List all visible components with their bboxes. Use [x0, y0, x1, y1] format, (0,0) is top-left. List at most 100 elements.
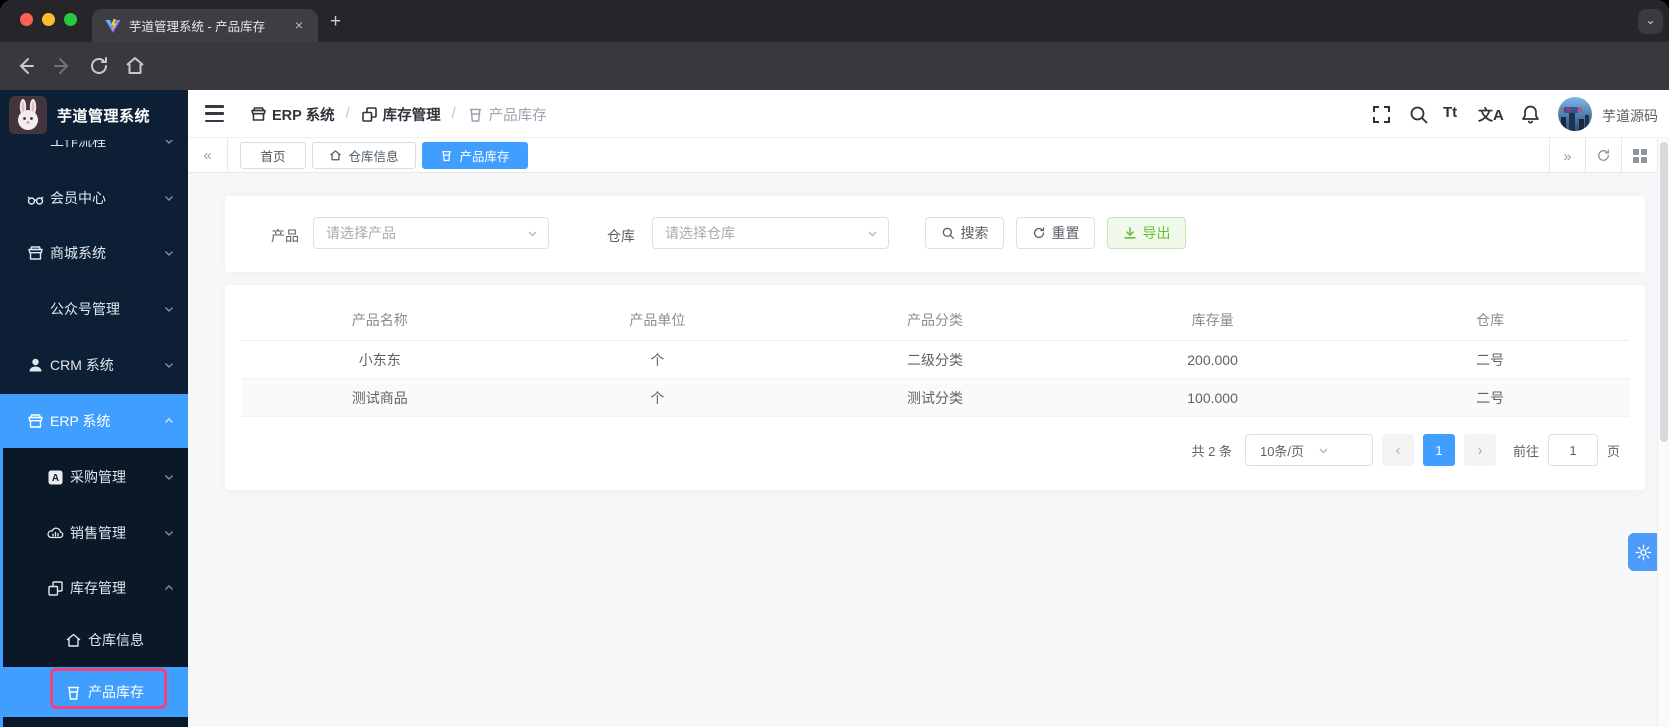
product-select[interactable]: 请选择产品 [313, 217, 549, 249]
app-logo-row[interactable]: 芋道管理系统 [0, 90, 188, 140]
current-page-button[interactable]: 1 [1422, 434, 1455, 466]
chevron-down-icon [164, 528, 174, 538]
tag-home[interactable]: 首页 [240, 142, 306, 169]
warehouse-select[interactable]: 请选择仓库 [652, 217, 889, 249]
browser-window: 芋道管理系统 - 产品库存 × + ⌄ 127.0.0.1/erp/stock/… [0, 0, 1669, 727]
column-header: 产品分类 [906, 312, 963, 328]
scrollbar-thumb[interactable] [1660, 142, 1668, 442]
collapse-menu-icon[interactable] [205, 105, 224, 122]
purchase-icon: A [47, 469, 64, 486]
next-page-button[interactable]: › [1463, 434, 1496, 466]
warehouse-filter-label: 仓库 [607, 228, 635, 244]
reset-button[interactable]: 重置 [1016, 217, 1095, 249]
breadcrumb-separator: / [345, 106, 350, 122]
filter-card: 产品 请选择产品 仓库 请选择仓库 搜索 重置 导出 [225, 196, 1645, 272]
pagination-total: 共 2 条 [1191, 443, 1232, 459]
macos-window-controls[interactable] [20, 13, 77, 26]
theme-settings-button[interactable] [1628, 533, 1658, 571]
sidebar-item-sales[interactable]: 销售管理 [0, 507, 188, 559]
cell-product-unit: 个 [650, 389, 665, 406]
goto-page-input[interactable] [1547, 434, 1598, 466]
table-row[interactable]: 小东东 个 二级分类 200.000 二号 [241, 341, 1629, 379]
chevron-down-icon [527, 228, 538, 239]
column-header: 产品名称 [351, 312, 408, 328]
fullscreen-icon[interactable] [1371, 104, 1392, 125]
chevron-down-icon [867, 228, 878, 239]
stock-table: 产品名称 产品单位 产品分类 库存量 仓库 小东东 个 二级分类 200.000… [241, 300, 1629, 417]
minimize-window-button[interactable] [42, 13, 55, 26]
product-filter-label: 产品 [271, 228, 299, 244]
tags-scroll-right-icon[interactable]: » [1549, 138, 1585, 173]
cell-product-name: 测试商品 [351, 389, 408, 406]
tags-scroll-left-icon[interactable]: « [188, 138, 228, 173]
chevron-down-icon [1318, 445, 1363, 456]
sidebar-item-mall[interactable]: 商城系统 [0, 227, 188, 279]
close-window-button[interactable] [20, 13, 33, 26]
prev-page-button[interactable]: ‹ [1381, 434, 1414, 466]
product-select-placeholder: 请选择产品 [326, 225, 396, 241]
gear-icon [1635, 544, 1652, 561]
sidebar-item-crm[interactable]: CRM 系统 [0, 339, 188, 391]
vite-logo-icon [105, 18, 121, 34]
breadcrumb-item-stock-mgmt[interactable]: 库存管理 [361, 104, 441, 125]
person-icon [27, 357, 44, 374]
back-button[interactable] [14, 55, 36, 77]
sidebar-item-member[interactable]: 会员中心 [0, 172, 188, 224]
breadcrumb-item-erp[interactable]: ERP 系统 [250, 104, 335, 125]
table-card: 产品名称 产品单位 产品分类 库存量 仓库 小东东 个 二级分类 200.000… [225, 285, 1645, 490]
sidebar-item-warehouse-info[interactable]: 仓库信息 [0, 614, 188, 666]
sidebar-item-purchase[interactable]: A 采购管理 [0, 451, 188, 503]
svg-text:A: A [52, 473, 59, 484]
zoom-window-button[interactable] [64, 13, 77, 26]
user-avatar[interactable]: 文电一通 [1558, 97, 1592, 131]
chevron-down-icon [164, 193, 174, 203]
layout-grid-icon[interactable] [1621, 138, 1657, 173]
table-row[interactable]: 测试商品 个 测试分类 100.000 二号 [241, 379, 1629, 417]
chevron-down-icon [164, 360, 174, 370]
export-button[interactable]: 导出 [1107, 217, 1186, 249]
page-scrollbar[interactable] [1657, 138, 1669, 727]
table-header-row: 产品名称 产品单位 产品分类 库存量 仓库 [241, 300, 1629, 341]
goto-label: 前往 [1512, 443, 1539, 459]
breadcrumb: ERP 系统 / 库存管理 / 产品库存 [250, 90, 547, 138]
chevron-down-icon [164, 472, 174, 482]
content-area: 产品 请选择产品 仓库 请选择仓库 搜索 重置 导出 产品名称 产品单位 产品分… [188, 173, 1669, 727]
sidebar-item-wechat[interactable]: 公众号管理 [0, 283, 188, 335]
search-icon[interactable] [1408, 104, 1429, 125]
bell-icon[interactable] [1520, 104, 1541, 125]
page-header: ERP 系统 / 库存管理 / 产品库存 Tt 文A 文电一通 芋道源码 [188, 90, 1669, 138]
svg-text:文电一通: 文电一通 [1560, 106, 1583, 114]
web-page: 芋道管理系统 工作流程 会员中心 商城系统 公众号管理 CRM 系统 ERP 系… [0, 90, 1669, 727]
app-logo-rabbit [9, 96, 47, 134]
tab-search-chevron-button[interactable]: ⌄ [1638, 9, 1663, 34]
annotation-highlight-box [50, 668, 167, 709]
chevron-up-icon [164, 583, 174, 593]
tag-product-stock[interactable]: 产品库存 [422, 142, 528, 169]
tab-close-icon[interactable]: × [290, 17, 308, 35]
breadcrumb-separator: / [451, 106, 456, 122]
sidebar-item-erp[interactable]: ERP 系统 [0, 394, 188, 448]
home-button[interactable] [124, 55, 146, 77]
language-icon[interactable]: 文A [1478, 104, 1504, 125]
cell-product-unit: 个 [650, 351, 665, 368]
cell-product-name: 小东东 [358, 351, 401, 368]
tag-warehouse-info[interactable]: 仓库信息 [312, 142, 416, 169]
cloud-chart-icon [47, 525, 64, 542]
new-tab-button[interactable]: + [330, 12, 341, 31]
font-size-icon[interactable]: Tt [1443, 104, 1457, 121]
page-unit-label: 页 [1606, 443, 1620, 459]
warehouse-select-placeholder: 请选择仓库 [665, 225, 735, 241]
member-icon [27, 190, 44, 207]
reload-button[interactable] [88, 55, 110, 77]
page-size-select[interactable]: 10条/页 [1244, 434, 1373, 466]
refresh-page-icon[interactable] [1585, 138, 1621, 173]
user-name: 芋道源码 [1602, 108, 1658, 124]
tags-view-bar: « 首页 仓库信息 产品库存 » [188, 138, 1669, 173]
search-button[interactable]: 搜索 [925, 217, 1004, 249]
cell-warehouse: 二号 [1476, 389, 1505, 406]
column-header: 库存量 [1191, 312, 1234, 328]
forward-button[interactable] [52, 55, 74, 77]
browser-tab[interactable]: 芋道管理系统 - 产品库存 × [92, 9, 318, 42]
sidebar-item-stock-mgmt[interactable]: 库存管理 [0, 562, 188, 614]
cell-product-category: 测试分类 [906, 389, 963, 406]
